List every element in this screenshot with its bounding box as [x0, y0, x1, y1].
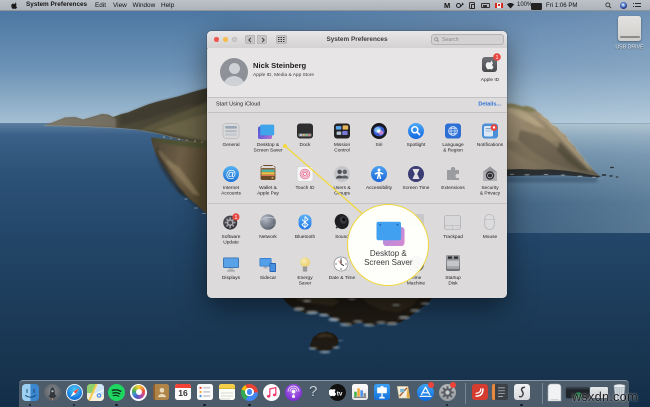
svg-text:@: @ [225, 168, 236, 180]
svg-text:1: 1 [234, 215, 237, 221]
svg-text:tv: tv [337, 390, 343, 397]
svg-text:1: 1 [496, 55, 499, 61]
